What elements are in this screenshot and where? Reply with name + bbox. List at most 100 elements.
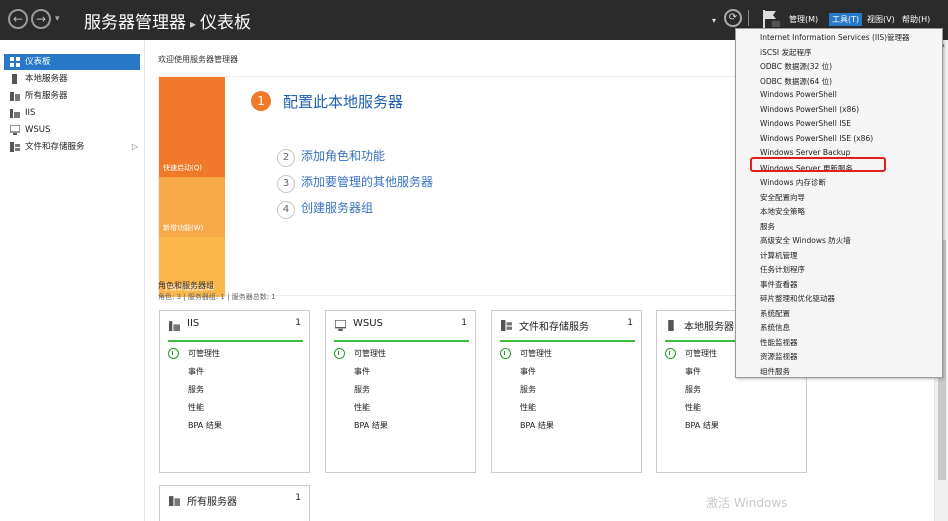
sidebar-item-wsus[interactable]: WSUS bbox=[0, 122, 144, 138]
card-title: WSUS bbox=[353, 318, 383, 329]
configure-local-server-link[interactable]: 配置此本地服务器 bbox=[283, 91, 403, 112]
step-label: 添加角色和功能 bbox=[301, 149, 386, 163]
menu-item-local-security-policy[interactable]: 本地安全策略 bbox=[760, 206, 805, 217]
refresh-icon[interactable]: ⟳ bbox=[724, 9, 742, 27]
menu-item-iscsi[interactable]: iSCSI 发起程序 bbox=[760, 47, 811, 58]
app-title: 服务器管理器 bbox=[84, 13, 186, 33]
role-card-iis[interactable]: IIS 1 可管理性 事件 服务 性能 BPA 结果 bbox=[159, 310, 310, 473]
iis-icon bbox=[10, 109, 20, 118]
menu-item-component-services[interactable]: 组件服务 bbox=[760, 366, 790, 377]
step-label: 创建服务器组 bbox=[301, 201, 374, 215]
manageability-link[interactable]: 可管理性 bbox=[188, 348, 220, 359]
sidebar-item-iis[interactable]: IIS bbox=[0, 105, 144, 121]
sidebar-item-label: 文件和存储服务 bbox=[25, 142, 85, 152]
flag-icon[interactable] bbox=[760, 8, 782, 30]
menu-view[interactable]: 视图(V) bbox=[867, 14, 895, 25]
performance-link[interactable]: 性能 bbox=[354, 402, 370, 413]
sidebar-item-all-servers[interactable]: 所有服务器 bbox=[0, 88, 144, 104]
iis-icon bbox=[169, 321, 180, 331]
services-link[interactable]: 服务 bbox=[354, 384, 370, 395]
sidebar-item-local-server[interactable]: 本地服务器 bbox=[0, 71, 144, 87]
highlight-box bbox=[750, 157, 886, 172]
sidebar-item-label: 本地服务器 bbox=[25, 74, 68, 84]
menu-item-powershell-ise-x86[interactable]: Windows PowerShell ISE (x86) bbox=[760, 134, 873, 143]
events-link[interactable]: 事件 bbox=[520, 366, 536, 377]
menu-item-server-backup[interactable]: Windows Server Backup bbox=[760, 148, 850, 157]
nav-dropdown-icon[interactable]: ▾ bbox=[55, 14, 60, 24]
forward-arrow-icon[interactable]: → bbox=[31, 9, 51, 29]
menu-item-event-viewer[interactable]: 事件查看器 bbox=[760, 279, 798, 290]
card-header[interactable]: 文件和存储服务 1 bbox=[492, 311, 641, 337]
server-icon bbox=[668, 320, 674, 331]
card-count: 1 bbox=[295, 493, 301, 503]
menu-item-firewall[interactable]: 高级安全 Windows 防火墙 bbox=[760, 235, 851, 246]
menu-item-defrag[interactable]: 碎片整理和优化驱动器 bbox=[760, 293, 835, 304]
bpa-results-link[interactable]: BPA 结果 bbox=[520, 420, 554, 431]
services-link[interactable]: 服务 bbox=[685, 384, 701, 395]
status-ok-icon bbox=[168, 348, 179, 359]
role-card-all-servers[interactable]: 所有服务器 1 bbox=[159, 485, 310, 521]
back-arrow-icon[interactable]: ← bbox=[8, 9, 28, 29]
menu-manage[interactable]: 管理(M) bbox=[789, 14, 818, 25]
tools-menu: Internet Information Services (IIS)管理器 i… bbox=[735, 28, 943, 378]
performance-link[interactable]: 性能 bbox=[520, 402, 536, 413]
card-header[interactable]: 所有服务器 1 bbox=[160, 486, 309, 512]
menu-item-computer-management[interactable]: 计算机管理 bbox=[760, 250, 798, 261]
bpa-results-link[interactable]: BPA 结果 bbox=[685, 420, 719, 431]
events-link[interactable]: 事件 bbox=[354, 366, 370, 377]
activation-watermark: 激活 Windows bbox=[706, 496, 788, 510]
bpa-results-link[interactable]: BPA 结果 bbox=[188, 420, 222, 431]
dashboard-icon bbox=[10, 57, 20, 67]
card-header[interactable]: IIS 1 bbox=[160, 311, 309, 337]
create-server-group-link[interactable]: 4 创建服务器组 bbox=[277, 199, 373, 219]
welcome-tile: 快速启动(Q) 新增功能(W) 了解详细信息(L) 1 配置此本地服务器 2 添加… bbox=[158, 76, 788, 297]
events-link[interactable]: 事件 bbox=[188, 366, 204, 377]
expand-arrow-icon[interactable]: ▷ bbox=[132, 139, 138, 155]
manageability-link[interactable]: 可管理性 bbox=[354, 348, 386, 359]
breadcrumb-separator: ▸ bbox=[190, 17, 197, 31]
services-link[interactable]: 服务 bbox=[520, 384, 536, 395]
performance-link[interactable]: 性能 bbox=[685, 402, 701, 413]
card-header[interactable]: WSUS 1 bbox=[326, 311, 475, 337]
card-title: 文件和存储服务 bbox=[519, 322, 589, 333]
role-card-wsus[interactable]: WSUS 1 可管理性 事件 服务 性能 BPA 结果 bbox=[325, 310, 476, 473]
menu-item-services[interactable]: 服务 bbox=[760, 221, 775, 232]
status-ok-icon bbox=[500, 348, 511, 359]
menu-item-powershell[interactable]: Windows PowerShell bbox=[760, 90, 837, 99]
menu-item-odbc-32[interactable]: ODBC 数据源(32 位) bbox=[760, 61, 832, 72]
menu-item-security-config-wizard[interactable]: 安全配置向导 bbox=[760, 192, 805, 203]
storage-icon bbox=[501, 320, 512, 331]
status-ok-icon bbox=[334, 348, 345, 359]
menu-item-system-config[interactable]: 系统配置 bbox=[760, 308, 790, 319]
add-roles-link[interactable]: 2 添加角色和功能 bbox=[277, 147, 385, 167]
sidebar-item-label: 所有服务器 bbox=[25, 91, 68, 101]
menu-item-memory-diagnostic[interactable]: Windows 内存诊断 bbox=[760, 177, 826, 188]
services-link[interactable]: 服务 bbox=[188, 384, 204, 395]
menu-item-powershell-ise[interactable]: Windows PowerShell ISE bbox=[760, 119, 851, 128]
quick-start-tab[interactable]: 快速启动(Q) bbox=[159, 77, 225, 177]
events-link[interactable]: 事件 bbox=[685, 366, 701, 377]
menu-item-iis-manager[interactable]: Internet Information Services (IIS)管理器 bbox=[760, 32, 910, 43]
whats-new-tab[interactable]: 新增功能(W) bbox=[159, 177, 225, 237]
menu-item-perf-monitor[interactable]: 性能监视器 bbox=[760, 337, 798, 348]
step-number: 3 bbox=[277, 175, 295, 193]
manageability-link[interactable]: 可管理性 bbox=[520, 348, 552, 359]
bpa-results-link[interactable]: BPA 结果 bbox=[354, 420, 388, 431]
role-card-file-storage[interactable]: 文件和存储服务 1 可管理性 事件 服务 性能 BPA 结果 bbox=[491, 310, 642, 473]
performance-link[interactable]: 性能 bbox=[188, 402, 204, 413]
menu-item-resource-monitor[interactable]: 资源监视器 bbox=[760, 351, 798, 362]
sidebar-item-file-storage[interactable]: 文件和存储服务 ▷ bbox=[0, 139, 144, 155]
add-servers-link[interactable]: 3 添加要管理的其他服务器 bbox=[277, 173, 433, 193]
menu-tools[interactable]: 工具(T) bbox=[829, 13, 863, 26]
manageability-link[interactable]: 可管理性 bbox=[685, 348, 717, 359]
menu-item-odbc-64[interactable]: ODBC 数据源(64 位) bbox=[760, 76, 832, 87]
menu-help[interactable]: 帮助(H) bbox=[902, 14, 930, 25]
menu-item-task-scheduler[interactable]: 任务计划程序 bbox=[760, 264, 805, 275]
step-number: 2 bbox=[277, 149, 295, 167]
card-count: 1 bbox=[627, 318, 633, 328]
sidebar-item-dashboard[interactable]: 仪表板 bbox=[4, 54, 140, 70]
menu-item-powershell-x86[interactable]: Windows PowerShell (x86) bbox=[760, 105, 859, 114]
sidebar: 仪表板 本地服务器 所有服务器 IIS WSUS 文件和存储服务 ▷ bbox=[0, 40, 145, 521]
card-title: 本地服务器 bbox=[684, 322, 734, 333]
menu-item-system-info[interactable]: 系统信息 bbox=[760, 322, 790, 333]
